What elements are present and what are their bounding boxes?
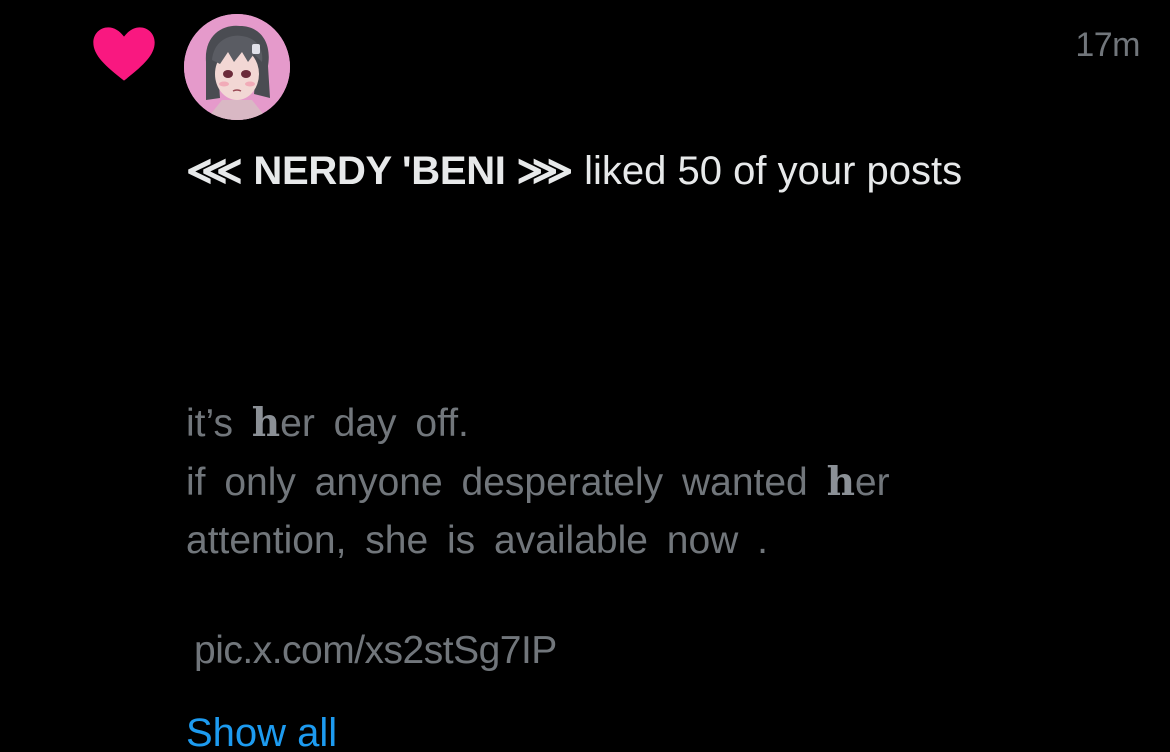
heart-icon	[93, 27, 155, 81]
avatar[interactable]	[184, 14, 290, 120]
post-line-2: if only anyone desperately wanted her	[186, 459, 890, 505]
post-preview-text: it’s her day off. if only anyone despera…	[186, 394, 890, 570]
post-line-3: attention, she is available now .	[186, 519, 769, 562]
post-line-1: it’s her day off.	[186, 400, 469, 446]
notification-headline: ⋘ NERDY 'BENI ⋙ liked 50 of your posts	[186, 146, 962, 196]
action-text: liked 50 of your posts	[573, 149, 963, 193]
post-media-link[interactable]: pic.x.com/xs2stSg7IP	[194, 626, 557, 676]
show-all-link[interactable]: Show all	[186, 708, 337, 752]
avatar-image	[184, 14, 290, 120]
like-notification[interactable]: 17m ⋘ NERDY 'BENI ⋙ liked 50 of your pos…	[0, 0, 1170, 752]
timestamp: 17m	[1075, 26, 1140, 64]
user-name-link[interactable]: ⋘ NERDY 'BENI ⋙	[186, 149, 573, 193]
